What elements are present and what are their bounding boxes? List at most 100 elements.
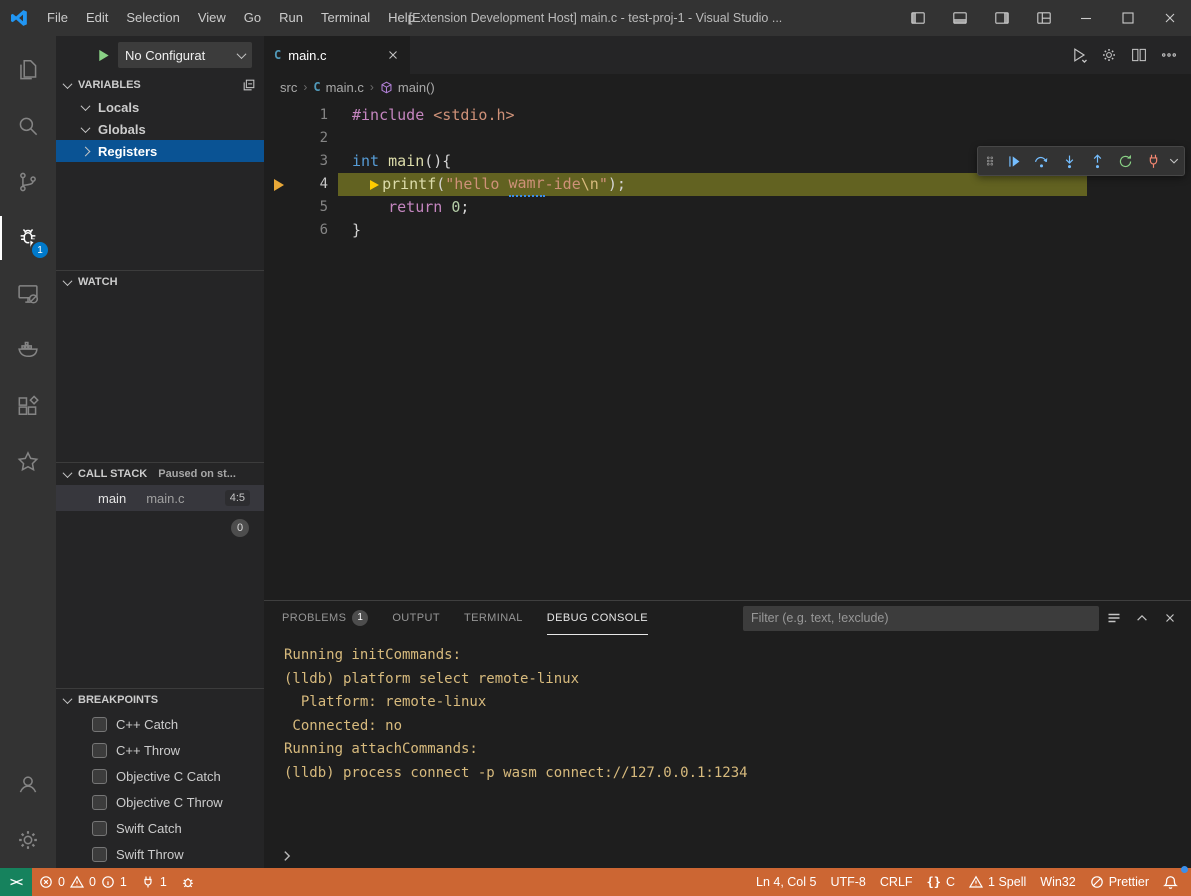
panel-tab-terminal[interactable]: TERMINAL (464, 601, 523, 635)
drag-handle-icon[interactable] (981, 148, 999, 174)
activity-remote-explorer[interactable] (0, 266, 56, 322)
panel-tab-problems[interactable]: PROBLEMS1 (282, 601, 368, 635)
encoding-selector[interactable]: UTF-8 (823, 868, 872, 896)
run-or-debug-icon[interactable] (1065, 41, 1093, 69)
platform-config[interactable]: Win32 (1033, 868, 1082, 896)
call-stack-header[interactable]: CALL STACK Paused on st... (56, 463, 264, 485)
minimize-icon[interactable] (1065, 0, 1107, 36)
checkbox-unchecked[interactable] (92, 847, 107, 862)
formatter-status[interactable]: Prettier (1083, 868, 1156, 896)
line-content[interactable]: return 0; (352, 196, 469, 219)
checkbox-unchecked[interactable] (92, 743, 107, 758)
language-mode[interactable]: {} C (920, 868, 962, 896)
checkbox-unchecked[interactable] (92, 821, 107, 836)
breadcrumb-src[interactable]: src (280, 80, 297, 95)
variables-item-locals[interactable]: Locals (56, 96, 264, 118)
continue-icon[interactable] (999, 148, 1027, 174)
activity-extensions[interactable] (0, 378, 56, 434)
checkbox-unchecked[interactable] (92, 717, 107, 732)
checkbox-unchecked[interactable] (92, 795, 107, 810)
step-into-icon[interactable] (1055, 148, 1083, 174)
debug-status[interactable] (174, 868, 202, 896)
line-content[interactable]: #include <stdio.h> (352, 104, 515, 127)
step-over-icon[interactable] (1027, 148, 1055, 174)
glyph-margin[interactable] (264, 196, 294, 219)
glyph-margin[interactable] (264, 219, 294, 242)
menu-go[interactable]: Go (235, 0, 270, 36)
tab-main-c[interactable]: C main.c (264, 36, 410, 74)
variables-item-globals[interactable]: Globals (56, 118, 264, 140)
activity-docker[interactable] (0, 322, 56, 378)
breakpoint-item-objective-c-catch[interactable]: Objective C Catch (56, 763, 264, 789)
activity-star[interactable] (0, 434, 56, 490)
menu-run[interactable]: Run (270, 0, 312, 36)
spell-checker-status[interactable]: 1 Spell (962, 868, 1033, 896)
problems-status[interactable]: 0 0 1 (32, 868, 134, 896)
watch-header[interactable]: WATCH (56, 271, 264, 293)
code-token: printf (382, 173, 436, 196)
activity-run-and-debug[interactable]: 1 (0, 210, 56, 266)
glyph-margin[interactable] (264, 173, 294, 196)
code-token (352, 173, 370, 196)
activity-explorer[interactable] (0, 42, 56, 98)
more-actions-icon[interactable] (1155, 41, 1183, 69)
close-tab-icon[interactable] (386, 48, 400, 62)
filter-list-icon[interactable] (1101, 605, 1127, 631)
call-stack-frame[interactable]: main main.c 4:5 (56, 485, 264, 511)
menu-file[interactable]: File (38, 0, 77, 36)
activity-source-control[interactable] (0, 154, 56, 210)
glyph-margin[interactable] (264, 104, 294, 127)
breakpoints-header[interactable]: BREAKPOINTS (56, 689, 264, 711)
console-filter-input[interactable] (743, 606, 1099, 631)
menu-edit[interactable]: Edit (77, 0, 117, 36)
toggle-panel-icon[interactable] (939, 0, 981, 36)
close-panel-icon[interactable] (1157, 605, 1183, 631)
console-input[interactable] (264, 844, 1191, 868)
activity-settings[interactable] (0, 812, 56, 868)
line-content[interactable]: } (352, 219, 361, 242)
disconnect-icon[interactable] (1139, 148, 1167, 174)
panel-tab-output[interactable]: OUTPUT (392, 601, 440, 635)
collapse-all-icon[interactable] (242, 78, 256, 92)
customize-layout-icon[interactable] (1023, 0, 1065, 36)
breakpoint-item-objective-c-throw[interactable]: Objective C Throw (56, 789, 264, 815)
variables-header[interactable]: VARIABLES (56, 74, 264, 96)
ports-status[interactable]: 1 (134, 868, 174, 896)
launch-config-select[interactable]: No Configurat (118, 42, 252, 68)
checkbox-unchecked[interactable] (92, 769, 107, 784)
close-icon[interactable] (1149, 0, 1191, 36)
restart-icon[interactable] (1111, 148, 1139, 174)
step-out-icon[interactable] (1083, 148, 1111, 174)
glyph-margin[interactable] (264, 150, 294, 173)
breakpoint-item-swift-throw[interactable]: Swift Throw (56, 841, 264, 867)
code-editor[interactable]: 1#include <stdio.h>23int main(){4 printf… (264, 100, 1191, 600)
settings-gear-icon[interactable] (1095, 41, 1123, 69)
breakpoint-item-swift-catch[interactable]: Swift Catch (56, 815, 264, 841)
panel-tab-debug-console[interactable]: DEBUG CONSOLE (547, 601, 648, 635)
line-content[interactable]: printf("hello wamr-ide\n"); (352, 173, 626, 196)
toggle-sidebar-icon[interactable] (897, 0, 939, 36)
line-content[interactable]: int main(){ (352, 150, 451, 173)
split-editor-icon[interactable] (1125, 41, 1153, 69)
menu-view[interactable]: View (189, 0, 235, 36)
maximize-icon[interactable] (1107, 0, 1149, 36)
start-debug-icon[interactable] (96, 48, 111, 63)
console-output[interactable]: Running initCommands:(lldb) platform sel… (264, 635, 1191, 844)
menu-terminal[interactable]: Terminal (312, 0, 379, 36)
activity-search[interactable] (0, 98, 56, 154)
breakpoint-item-c-catch[interactable]: C++ Catch (56, 711, 264, 737)
chevron-up-icon[interactable] (1129, 605, 1155, 631)
variables-item-registers[interactable]: Registers (56, 140, 264, 162)
breadcrumb-main-fn[interactable]: main() (380, 80, 435, 95)
notifications-bell[interactable] (1156, 868, 1185, 896)
cursor-position[interactable]: Ln 4, Col 5 (749, 868, 823, 896)
toggle-secondary-sidebar-icon[interactable] (981, 0, 1023, 36)
eol-selector[interactable]: CRLF (873, 868, 920, 896)
glyph-margin[interactable] (264, 127, 294, 150)
breadcrumb-main-c[interactable]: C main.c (313, 80, 364, 95)
activity-account[interactable] (0, 756, 56, 812)
breakpoint-item-c-throw[interactable]: C++ Throw (56, 737, 264, 763)
menu-selection[interactable]: Selection (117, 0, 188, 36)
remote-indicator[interactable]: >< (0, 868, 32, 896)
chevron-down-icon[interactable] (1167, 148, 1181, 174)
